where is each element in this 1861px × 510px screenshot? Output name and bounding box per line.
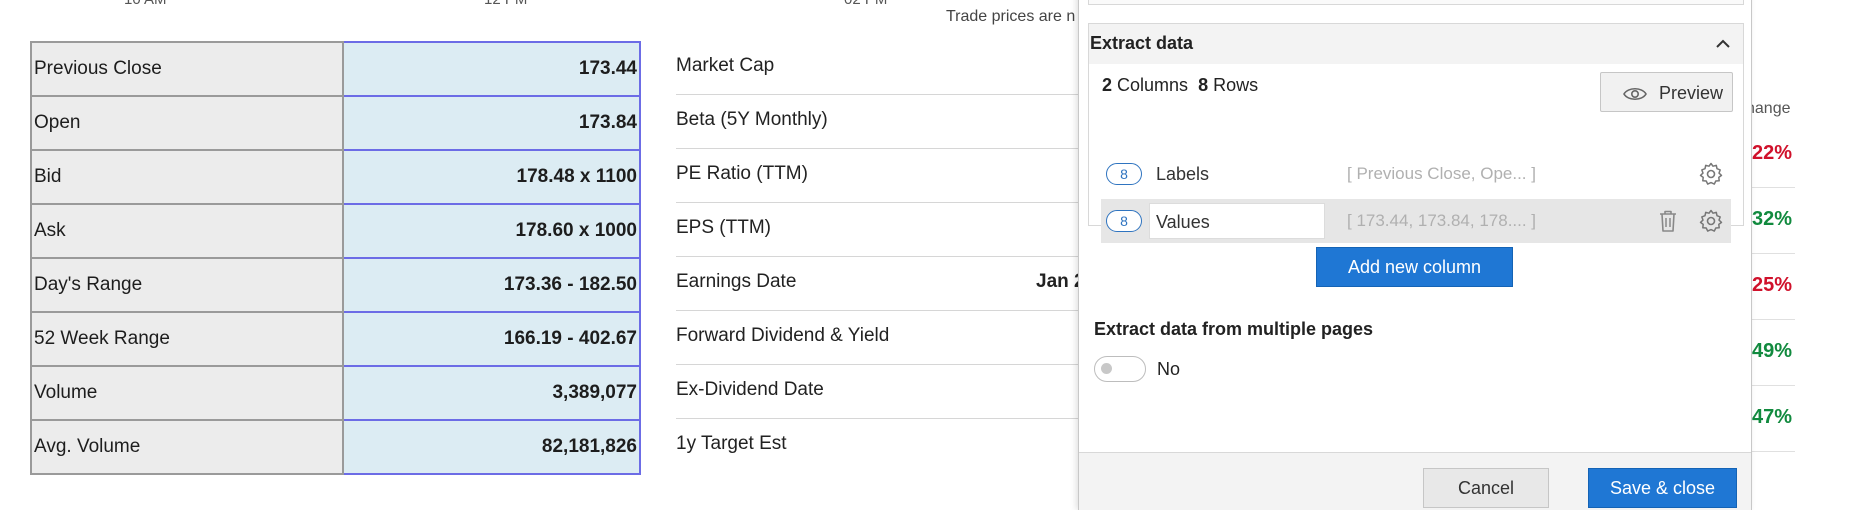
table-cell-label[interactable]: Day's Range xyxy=(30,257,344,313)
table-cell-value[interactable]: 173.36 - 182.50 xyxy=(342,257,641,313)
table-cell-label[interactable]: Previous Close xyxy=(30,41,344,97)
stat-label: Beta (5Y Monthly) xyxy=(676,109,828,130)
table-row[interactable]: Open 173.84 xyxy=(30,95,641,151)
trade-prices-note: Trade prices are n xyxy=(946,8,1076,25)
list-item: Ex-Dividend Date xyxy=(676,365,1086,419)
extract-data-panel: Extract data 2 Columns 8 Rows Preview 8 … xyxy=(1078,0,1752,510)
table-row[interactable]: Ask 178.60 x 1000 xyxy=(30,203,641,259)
gear-icon[interactable] xyxy=(1699,209,1723,233)
save-close-button[interactable]: Save & close xyxy=(1588,468,1737,508)
multi-pages-title: Extract data from multiple pages xyxy=(1094,319,1374,339)
table-row[interactable]: Day's Range 173.36 - 182.50 xyxy=(30,257,641,313)
table-row[interactable]: Avg. Volume 82,181,826 xyxy=(30,419,641,475)
quote-summary-table: Previous Close 173.44 Open 173.84 Bid 178.4… xyxy=(30,41,641,475)
stat-label: Market Cap xyxy=(676,55,775,76)
list-item: Beta (5Y Monthly) xyxy=(676,95,1086,149)
extract-data-section: Extract data 2 Columns 8 Rows Preview 8 … xyxy=(1088,23,1744,243)
divider xyxy=(1748,187,1795,188)
divider xyxy=(1748,319,1795,320)
panel-previous-section xyxy=(1088,0,1744,5)
table-cell-value[interactable]: 173.44 xyxy=(342,41,641,97)
chevron-up-icon[interactable] xyxy=(1713,34,1733,54)
table-row[interactable]: 52 Week Range 166.19 - 402.67 xyxy=(30,311,641,367)
table-cell-label[interactable]: Avg. Volume xyxy=(30,419,344,475)
list-item: Market Cap xyxy=(676,41,1086,95)
preview-label: Preview xyxy=(1659,83,1724,103)
divider xyxy=(1748,253,1795,254)
table-cell-value[interactable]: 82,181,826 xyxy=(342,419,641,475)
change-percent: 49% xyxy=(1752,340,1793,362)
table-cell-value[interactable]: 173.84 xyxy=(342,95,641,151)
section-title: Extract data xyxy=(1090,33,1194,53)
column-row-counts: 2 Columns 8 Rows xyxy=(1102,75,1258,96)
add-new-column-button[interactable]: Add new column xyxy=(1316,247,1513,287)
divider xyxy=(1748,385,1795,386)
change-column-header: hange xyxy=(1746,100,1791,117)
rows-count: 8 xyxy=(1198,75,1209,95)
stat-label: EPS (TTM) xyxy=(676,217,771,238)
stat-label: PE Ratio (TTM) xyxy=(676,163,808,184)
table-cell-value[interactable]: 3,389,077 xyxy=(342,365,641,421)
table-row[interactable]: Bid 178.48 x 1100 xyxy=(30,149,641,205)
column-preview-values: [ Previous Close, Ope... ] xyxy=(1347,164,1536,183)
table-cell-value[interactable]: 178.48 x 1100 xyxy=(342,149,641,205)
change-percent: 32% xyxy=(1752,208,1793,230)
column-preview-values: [ 173.44, 173.84, 178.... ] xyxy=(1347,211,1537,230)
column-row-values[interactable]: 8 Values [ 173.44, 173.84, 178.... ] xyxy=(1101,199,1731,243)
multi-pages-toggle-label: No xyxy=(1157,359,1181,379)
section-header[interactable]: Extract data xyxy=(1089,24,1743,64)
table-row[interactable]: Volume 3,389,077 xyxy=(30,365,641,421)
column-count-badge: 8 xyxy=(1106,210,1142,232)
axis-tick-label: 02 PM xyxy=(844,0,887,8)
table-cell-label[interactable]: Volume xyxy=(30,365,344,421)
cancel-button[interactable]: Cancel xyxy=(1423,468,1549,508)
list-item: EPS (TTM) xyxy=(676,203,1086,257)
change-percent: 22% xyxy=(1752,142,1793,164)
change-percent: 25% xyxy=(1752,274,1793,296)
columns-count: 2 xyxy=(1102,75,1113,95)
list-item: Forward Dividend & Yield xyxy=(676,311,1086,365)
table-cell-label[interactable]: Ask xyxy=(30,203,344,259)
table-cell-label[interactable]: Open xyxy=(30,95,344,151)
stat-label: 1y Target Est xyxy=(676,433,787,454)
list-item: Earnings Date Jan 2 xyxy=(676,257,1086,311)
axis-tick-label: 12 PM xyxy=(484,0,527,8)
table-cell-value[interactable]: 166.19 - 402.67 xyxy=(342,311,641,367)
stat-label: Ex-Dividend Date xyxy=(676,379,824,400)
eye-icon xyxy=(1623,87,1647,101)
multi-pages-toggle[interactable] xyxy=(1094,356,1146,382)
list-item: 1y Target Est xyxy=(676,419,1086,472)
stat-label: Forward Dividend & Yield xyxy=(676,325,890,346)
gear-icon[interactable] xyxy=(1699,162,1723,186)
stat-label: Earnings Date xyxy=(676,271,797,292)
table-cell-label[interactable]: 52 Week Range xyxy=(30,311,344,367)
axis-tick-label: 10 AM xyxy=(124,0,167,8)
column-count-badge: 8 xyxy=(1106,163,1142,185)
column-row-labels[interactable]: 8 Labels [ Previous Close, Ope... ] xyxy=(1101,152,1731,196)
toggle-knob xyxy=(1101,363,1112,374)
column-name[interactable]: Labels xyxy=(1156,164,1209,185)
divider xyxy=(1748,451,1795,452)
columns-word: Columns xyxy=(1117,75,1189,95)
column-name-input[interactable]: Values xyxy=(1149,203,1325,239)
preview-button[interactable]: Preview xyxy=(1600,72,1733,112)
column-name: Values xyxy=(1156,212,1210,232)
list-item: PE Ratio (TTM) xyxy=(676,149,1086,203)
table-cell-value[interactable]: 178.60 x 1000 xyxy=(342,203,641,259)
change-percent: 47% xyxy=(1752,406,1793,428)
stats-list: Market Cap Beta (5Y Monthly) PE Ratio (T… xyxy=(676,41,1086,472)
table-cell-label[interactable]: Bid xyxy=(30,149,344,205)
trash-icon[interactable] xyxy=(1657,209,1679,233)
rows-word: Rows xyxy=(1213,75,1259,95)
table-row[interactable]: Previous Close 173.44 xyxy=(30,41,641,97)
